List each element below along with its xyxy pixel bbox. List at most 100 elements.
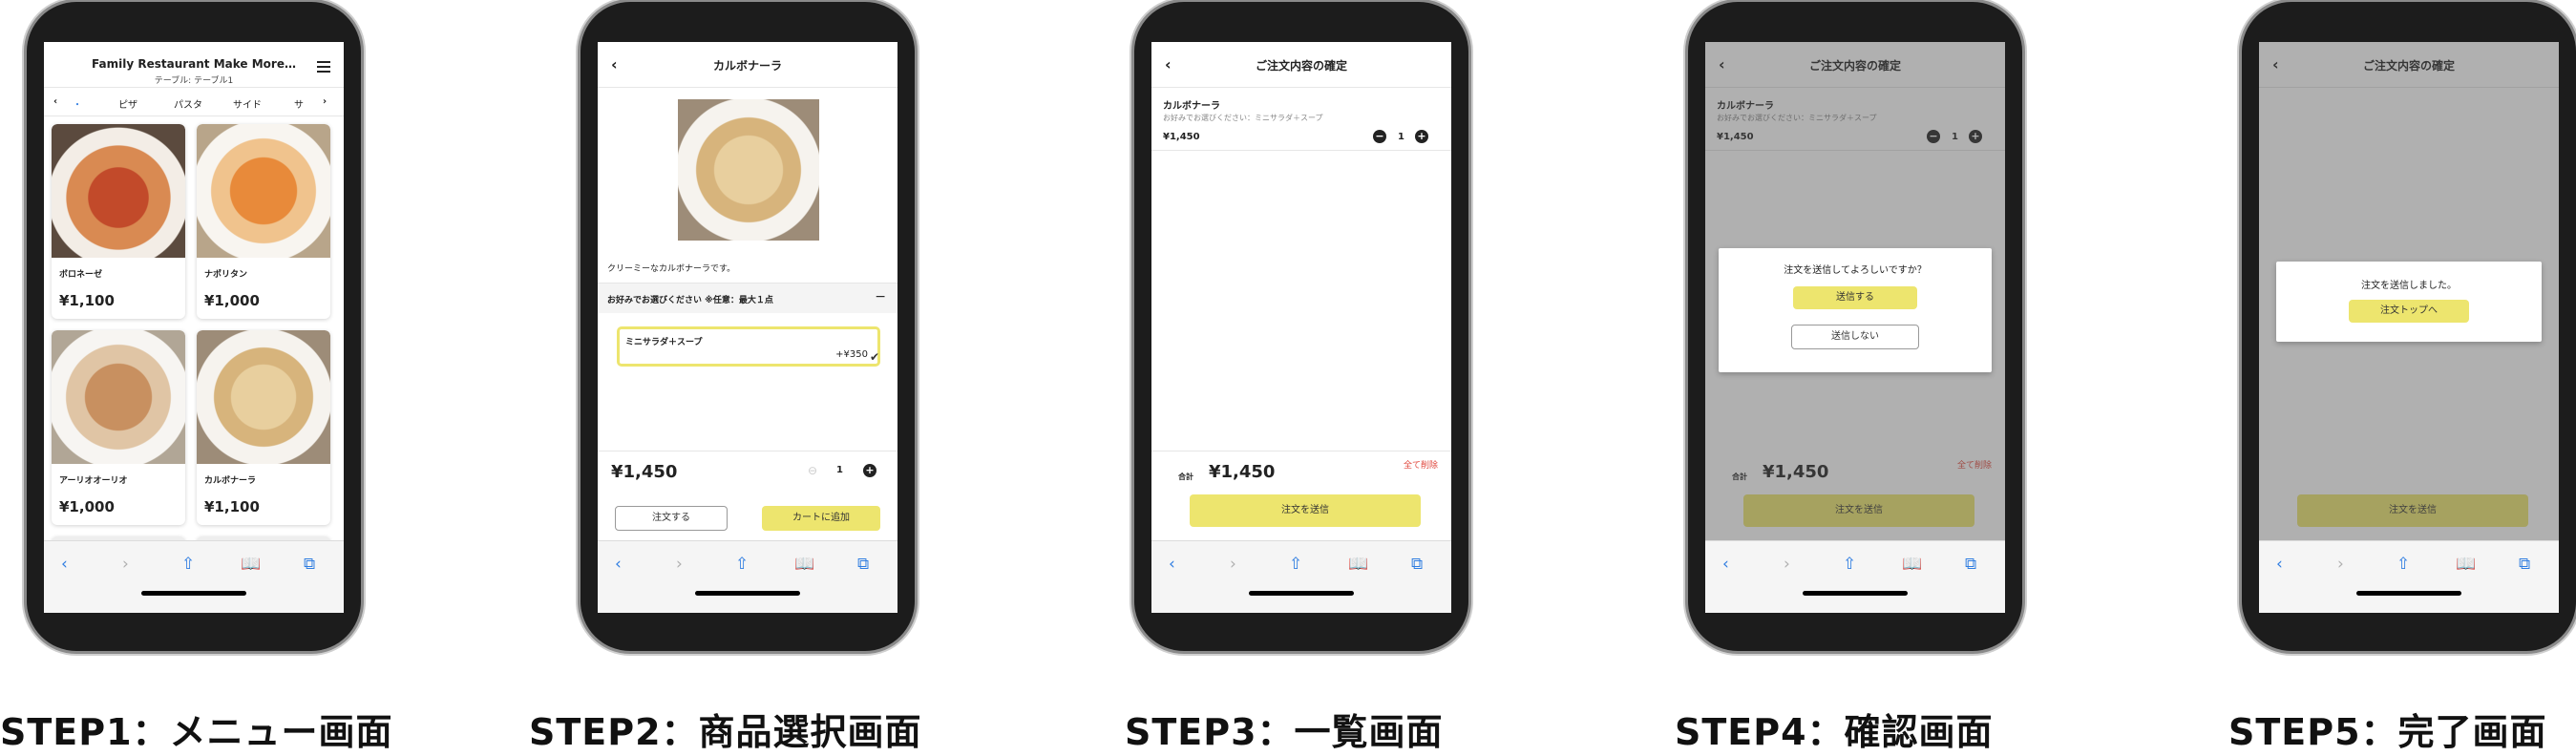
bookmarks-icon[interactable]: 📖 — [1902, 555, 1922, 574]
checkmark-icon: ✔ — [869, 350, 879, 364]
tab-dot[interactable]: ・ — [73, 96, 82, 111]
forward-arrow-icon[interactable]: › — [1230, 555, 1236, 574]
menu-item-aglio-olio[interactable]: アーリオオーリオ ¥1,000 — [52, 330, 185, 525]
product-price: ¥1,450 — [611, 462, 678, 482]
bookmarks-icon[interactable]: 📖 — [794, 555, 814, 574]
total-bar — [1151, 451, 1451, 452]
phone-step1: Family Restaurant Make More… テーブル: テーブル1… — [27, 2, 361, 651]
item-option: お好みでお選びください：ミニサラダ＋スープ — [1163, 114, 1323, 122]
caption-step1: STEP1：メニュー画面 — [0, 711, 393, 753]
phone-step3: ‹ ご注文内容の確定 カルボナーラ お好みでお選びください：ミニサラダ＋スープ … — [1134, 2, 1468, 651]
complete-message: 注文を送信しました。 — [2361, 281, 2457, 291]
delete-all-link[interactable]: 全て削除 — [1404, 458, 1438, 471]
share-icon[interactable]: ⇧ — [2397, 555, 2410, 574]
browser-toolbar: ‹ › ⇧ 📖 ⧉ — [1151, 540, 1451, 613]
napolitan-photo — [197, 124, 330, 258]
browser-toolbar: ‹ › ⇧ 📖 ⧉ — [44, 540, 344, 613]
screen-order-list: ‹ ご注文内容の確定 カルボナーラ お好みでお選びください：ミニサラダ＋スープ … — [1151, 42, 1451, 613]
bookmarks-icon[interactable]: 📖 — [2456, 555, 2476, 574]
tab-side[interactable]: サイド — [233, 96, 262, 111]
options-header-label: お好みでお選びください ※任意：最大１点 — [607, 296, 773, 305]
order-title: ご注文内容の確定 — [1255, 59, 1347, 73]
tab-pasta[interactable]: パスタ — [174, 96, 202, 111]
menu-header: Family Restaurant Make More… テーブル: テーブル1 — [44, 42, 344, 88]
forward-arrow-icon[interactable]: › — [122, 555, 129, 574]
forward-arrow-icon[interactable]: › — [1784, 555, 1790, 574]
item-price: ¥1,100 — [204, 498, 260, 515]
order-item: カルボナーラ お好みでお選びください：ミニサラダ＋スープ ¥1,450 − 1 … — [1151, 88, 1451, 151]
confirm-send-button[interactable]: 送信する — [1793, 286, 1917, 309]
menu-item-bolognese[interactable]: ボロネーゼ ¥1,100 — [52, 124, 185, 319]
confirm-dialog: 注文を送信してよろしいですか？ 送信する 送信しない — [1719, 248, 1992, 372]
item-name: アーリオオーリオ — [59, 476, 128, 486]
tabs-icon[interactable]: ⧉ — [2519, 555, 2530, 574]
share-icon[interactable]: ⇧ — [181, 555, 195, 574]
forward-arrow-icon[interactable]: › — [676, 555, 683, 574]
bolognese-photo — [52, 124, 185, 258]
share-icon[interactable]: ⇧ — [1843, 555, 1856, 574]
complete-dialog: 注文を送信しました。 注文トップへ — [2276, 262, 2542, 342]
plus-icon[interactable]: + — [863, 464, 876, 477]
minus-icon[interactable]: − — [1373, 130, 1386, 143]
hamburger-menu-icon[interactable] — [317, 61, 330, 75]
product-title: カルボナーラ — [712, 59, 782, 73]
item-name: ボロネーゼ — [59, 270, 103, 280]
browser-toolbar: ‹ › ⇧ 📖 ⧉ — [598, 540, 897, 613]
tabs-icon[interactable]: ⧉ — [1965, 555, 1976, 574]
category-tabs: ‹ ・ ピザ パスタ サイド サ › — [44, 88, 344, 116]
cancel-send-button[interactable]: 送信しない — [1791, 325, 1919, 349]
share-icon[interactable]: ⇧ — [735, 555, 749, 574]
table-label: テーブル: テーブル1 — [154, 76, 234, 86]
home-indicator — [2356, 591, 2461, 596]
minus-icon[interactable]: ⊖ — [808, 464, 817, 477]
tab-pizza[interactable]: ピザ — [118, 96, 137, 111]
menu-item-carbonara[interactable]: カルボナーラ ¥1,100 — [197, 330, 330, 525]
screen-complete: ‹ ご注文内容の確定 注文を送信 注文を送信しました。 注文トップへ ‹ › ⇧… — [2259, 42, 2559, 613]
tabs-icon[interactable]: ⧉ — [304, 555, 315, 574]
tabs-icon[interactable]: ⧉ — [857, 555, 869, 574]
carbonara-photo — [678, 99, 819, 241]
send-order-button[interactable]: 注文を送信 — [1190, 494, 1421, 527]
chevron-right-icon[interactable]: › — [323, 96, 327, 107]
back-arrow-icon[interactable]: ‹ — [1169, 555, 1175, 574]
home-indicator — [141, 591, 246, 596]
back-arrow-icon[interactable]: ‹ — [615, 555, 622, 574]
browser-toolbar: ‹ › ⇧ 📖 ⧉ — [1705, 540, 2005, 613]
back-arrow-icon[interactable]: ‹ — [1722, 555, 1729, 574]
forward-arrow-icon[interactable]: › — [2337, 555, 2344, 574]
tabs-icon[interactable]: ⧉ — [1411, 555, 1423, 574]
order-top-button[interactable]: 注文トップへ — [2349, 300, 2469, 323]
order-button[interactable]: 注文する — [615, 506, 728, 531]
item-price: ¥1,000 — [59, 498, 115, 515]
option-minisalad[interactable]: ミニサラダ＋スープ +¥350 ✔ — [617, 326, 880, 367]
share-icon[interactable]: ⇧ — [1289, 555, 1302, 574]
home-indicator — [1803, 591, 1908, 596]
tab-more[interactable]: サ — [294, 96, 304, 111]
product-description: クリーミーなカルボナーラです。 — [607, 264, 736, 274]
total-amount: ¥1,450 — [1209, 462, 1276, 482]
browser-toolbar: ‹ › ⇧ 📖 ⧉ — [2259, 540, 2559, 613]
restaurant-title: Family Restaurant Make More… — [92, 57, 296, 71]
bookmarks-icon[interactable]: 📖 — [1348, 555, 1368, 574]
aglio-olio-photo — [52, 330, 185, 464]
phone-step4: ‹ ご注文内容の確定 カルボナーラ お好みでお選びください：ミニサラダ＋スープ … — [1688, 2, 2022, 651]
options-header: お好みでお選びください ※任意：最大１点 − — [598, 283, 897, 313]
bookmarks-icon[interactable]: 📖 — [241, 555, 261, 574]
item-name: カルボナーラ — [1163, 101, 1220, 112]
phone-step2: ‹ カルボナーラ クリーミーなカルボナーラです。 お好みでお選びください ※任意… — [581, 2, 915, 651]
confirm-message: 注文を送信してよろしいですか？ — [1784, 265, 1927, 276]
back-arrow-icon[interactable]: ‹ — [2276, 555, 2283, 574]
phone-step5: ‹ ご注文内容の確定 注文を送信 注文を送信しました。 注文トップへ ‹ › ⇧… — [2242, 2, 2576, 651]
back-arrow-icon[interactable]: ‹ — [61, 555, 68, 574]
home-indicator — [695, 591, 800, 596]
qty-value: 1 — [1398, 132, 1404, 142]
screen-menu: Family Restaurant Make More… テーブル: テーブル1… — [44, 42, 344, 613]
total-label: 合計 — [1178, 472, 1193, 481]
item-price: ¥1,000 — [204, 292, 260, 309]
home-indicator — [1249, 591, 1354, 596]
chevron-left-icon[interactable]: ‹ — [53, 96, 57, 107]
plus-icon[interactable]: + — [1415, 130, 1428, 143]
collapse-icon[interactable]: − — [875, 289, 886, 304]
add-to-cart-button[interactable]: カートに追加 — [762, 506, 880, 531]
menu-item-napolitan[interactable]: ナポリタン ¥1,000 — [197, 124, 330, 319]
